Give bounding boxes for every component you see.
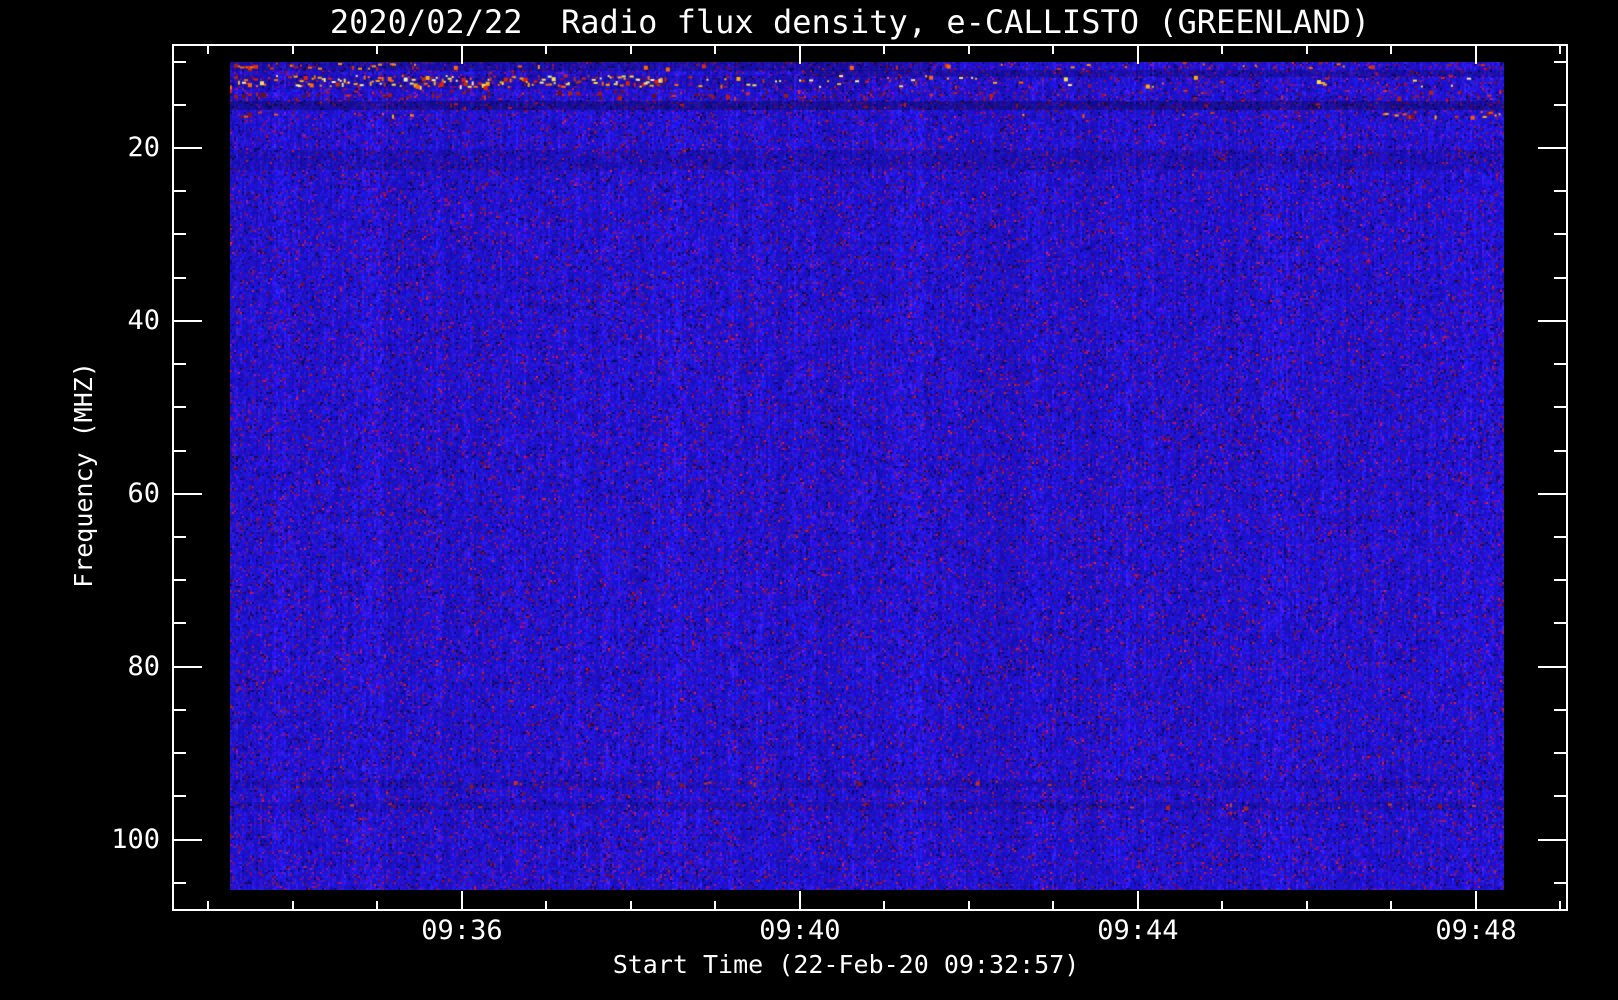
y-minor-tick-right <box>1554 795 1566 797</box>
y-minor-tick-right <box>1554 450 1566 452</box>
x-minor-tick <box>714 901 716 909</box>
x-tick-label: 09:36 <box>421 915 503 946</box>
y-minor-tick <box>174 752 186 754</box>
y-tick-label: 100 <box>111 823 160 855</box>
x-minor-tick-top <box>1559 46 1561 54</box>
y-minor-tick-right <box>1554 363 1566 365</box>
x-tick-label: 09:40 <box>759 915 841 946</box>
x-major-tick-top <box>1475 46 1477 64</box>
x-major-tick <box>1137 891 1139 909</box>
x-minor-tick-top <box>1221 46 1223 54</box>
x-major-tick <box>799 891 801 909</box>
y-major-tick-right <box>1538 493 1566 495</box>
y-major-tick <box>174 147 202 149</box>
y-minor-tick <box>174 882 186 884</box>
y-minor-tick <box>174 61 186 63</box>
y-minor-tick-right <box>1554 277 1566 279</box>
x-major-tick <box>461 891 463 909</box>
y-minor-tick <box>174 277 186 279</box>
x-minor-tick-top <box>1052 46 1054 54</box>
y-minor-tick <box>174 450 186 452</box>
x-tick-label: 09:48 <box>1435 915 1517 946</box>
x-minor-tick <box>968 901 970 909</box>
y-minor-tick <box>174 709 186 711</box>
x-minor-tick <box>1052 901 1054 909</box>
y-axis-title: Frequency (MHZ) <box>69 362 98 588</box>
x-tick-label: 09:44 <box>1097 915 1179 946</box>
y-minor-tick-right <box>1554 579 1566 581</box>
x-major-tick <box>1475 891 1477 909</box>
y-minor-tick-right <box>1554 61 1566 63</box>
y-minor-tick-right <box>1554 104 1566 106</box>
y-tick-label: 80 <box>127 650 160 682</box>
y-major-tick-right <box>1538 839 1566 841</box>
x-minor-tick-top <box>292 46 294 54</box>
x-major-tick-top <box>1137 46 1139 64</box>
y-major-tick <box>174 493 202 495</box>
y-minor-tick <box>174 622 186 624</box>
x-minor-tick <box>292 901 294 909</box>
x-minor-tick-top <box>714 46 716 54</box>
y-minor-tick <box>174 795 186 797</box>
x-minor-tick-top <box>968 46 970 54</box>
x-major-tick-top <box>799 46 801 64</box>
y-minor-tick-right <box>1554 882 1566 884</box>
x-minor-tick-top <box>1306 46 1308 54</box>
y-minor-tick-right <box>1554 190 1566 192</box>
y-major-tick <box>174 320 202 322</box>
y-minor-tick <box>174 233 186 235</box>
x-minor-tick <box>1306 901 1308 909</box>
x-minor-tick <box>1559 901 1561 909</box>
x-minor-tick-top <box>1390 46 1392 54</box>
x-minor-tick <box>376 901 378 909</box>
x-minor-tick <box>630 901 632 909</box>
y-minor-tick <box>174 363 186 365</box>
y-tick-label: 60 <box>127 477 160 509</box>
spectrogram-image <box>230 62 1504 890</box>
y-major-tick-right <box>1538 320 1566 322</box>
y-minor-tick-right <box>1554 622 1566 624</box>
x-minor-tick <box>1390 901 1392 909</box>
x-minor-tick <box>545 901 547 909</box>
y-major-tick-right <box>1538 147 1566 149</box>
chart-title: 2020/02/22 Radio flux density, e-CALLIST… <box>329 3 1371 41</box>
x-minor-tick <box>883 901 885 909</box>
y-major-tick <box>174 839 202 841</box>
x-minor-tick-top <box>207 46 209 54</box>
y-minor-tick <box>174 579 186 581</box>
y-minor-tick-right <box>1554 752 1566 754</box>
x-major-tick-top <box>461 46 463 64</box>
x-minor-tick-top <box>545 46 547 54</box>
y-minor-tick-right <box>1554 709 1566 711</box>
x-minor-tick <box>207 901 209 909</box>
y-minor-tick <box>174 104 186 106</box>
x-minor-tick-top <box>630 46 632 54</box>
y-minor-tick <box>174 190 186 192</box>
x-axis-title: Start Time (22-Feb-20 09:32:57) <box>612 950 1080 979</box>
y-major-tick-right <box>1538 666 1566 668</box>
y-minor-tick <box>174 406 186 408</box>
x-minor-tick-top <box>376 46 378 54</box>
y-minor-tick-right <box>1554 406 1566 408</box>
y-minor-tick-right <box>1554 233 1566 235</box>
y-tick-label: 40 <box>127 304 160 336</box>
x-minor-tick-top <box>883 46 885 54</box>
x-minor-tick <box>1221 901 1223 909</box>
y-major-tick <box>174 666 202 668</box>
spectrogram-figure: 2020/02/22 Radio flux density, e-CALLIST… <box>0 0 1618 1000</box>
y-minor-tick-right <box>1554 536 1566 538</box>
y-minor-tick <box>174 536 186 538</box>
y-tick-label: 20 <box>127 131 160 163</box>
